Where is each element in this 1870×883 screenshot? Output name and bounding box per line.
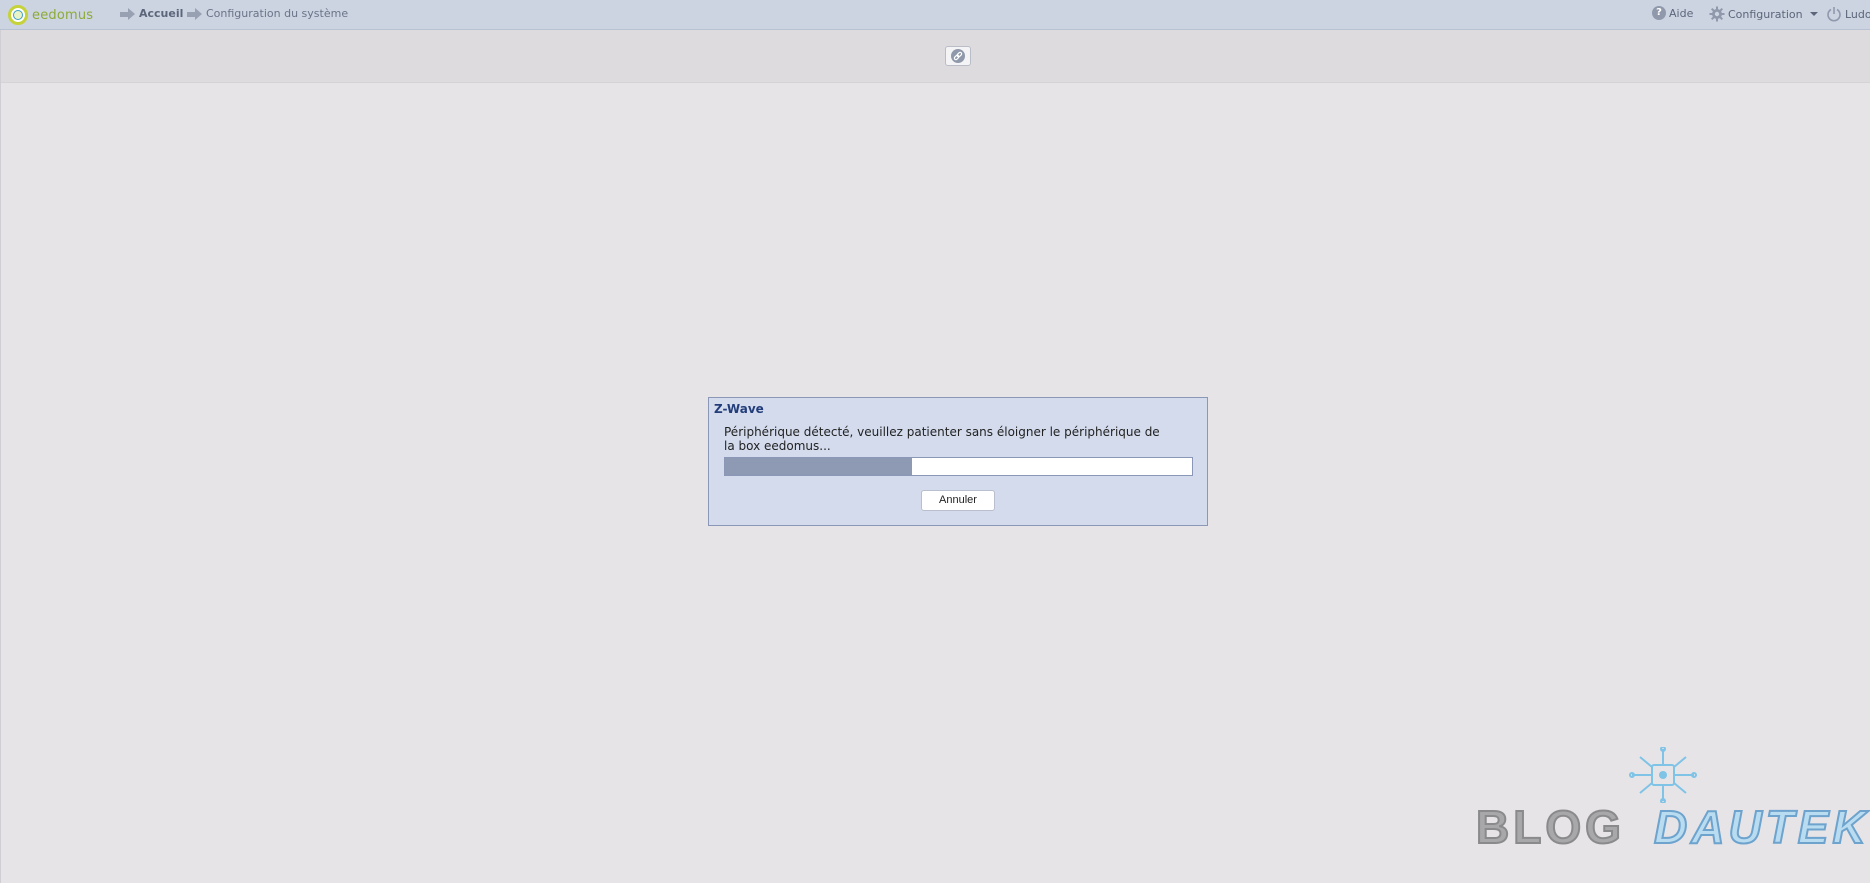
user-label: Ludov (1845, 7, 1870, 21)
arrow-right-icon (187, 7, 203, 20)
zwave-dialog: Z-Wave Périphérique détecté, veuillez pa… (708, 397, 1208, 526)
arrow-right-icon (120, 7, 136, 20)
dialog-message: Périphérique détecté, veuillez patienter… (724, 425, 1160, 453)
secondary-toolbar (0, 30, 1870, 83)
logo-text: eedomus (32, 7, 94, 23)
breadcrumb-system-config[interactable]: Configuration du système (187, 7, 348, 20)
progress-bar (724, 457, 1193, 476)
help-label: Aide (1669, 6, 1694, 20)
link-icon (951, 49, 965, 63)
breadcrumb-home-label: Accueil (139, 7, 184, 20)
progress-fill (725, 458, 912, 475)
watermark-blog: BLOG (1475, 800, 1625, 854)
dialog-title: Z-Wave (714, 402, 764, 416)
breadcrumb-home[interactable]: Accueil (120, 7, 183, 20)
help-link[interactable]: ? Aide (1652, 6, 1693, 20)
question-icon: ? (1652, 6, 1666, 20)
watermark-dautek: DAUTEK (1653, 800, 1870, 854)
snowflake-chip-icon (1629, 747, 1697, 803)
link-button[interactable] (945, 46, 971, 66)
breadcrumb-system-config-label: Configuration du système (206, 7, 349, 20)
watermark: BLOG DAUTEK (1475, 745, 1867, 855)
chevron-down-icon (1809, 12, 1818, 16)
configuration-menu[interactable]: Configuration (1709, 6, 1818, 22)
configuration-label: Configuration (1728, 7, 1803, 21)
eedomus-logo[interactable]: eedomus (8, 4, 93, 26)
gear-icon (1709, 6, 1725, 22)
top-navigation-bar: eedomus Accueil Configuration du système… (0, 0, 1870, 30)
logo-icon (8, 5, 28, 25)
power-icon (1827, 7, 1841, 22)
user-logout[interactable]: Ludov (1826, 6, 1870, 22)
cancel-button[interactable]: Annuler (921, 490, 995, 511)
page-edge-divider (0, 30, 1, 883)
